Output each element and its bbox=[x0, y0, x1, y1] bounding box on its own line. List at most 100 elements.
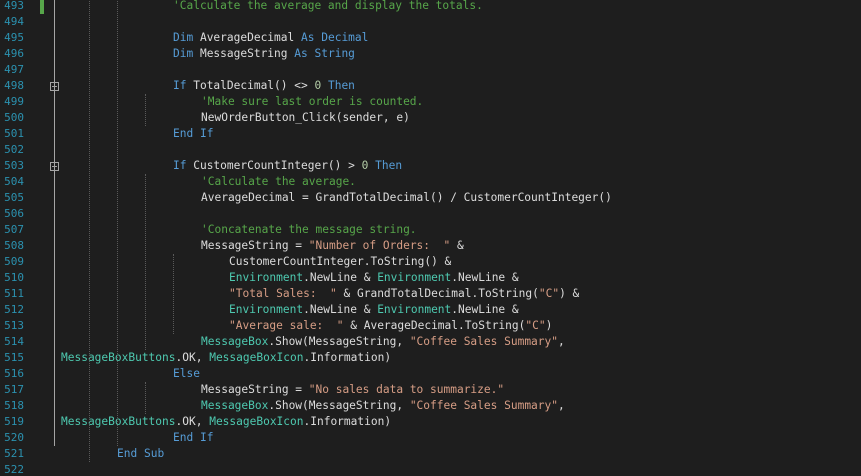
code-token-plain: .Information) bbox=[303, 415, 392, 428]
code-text[interactable]: Else bbox=[173, 366, 200, 382]
code-text[interactable]: 'Make sure last order is counted. bbox=[201, 94, 423, 110]
code-text[interactable]: 'Concatenate the message string. bbox=[201, 222, 417, 238]
code-token-type: MessageBoxButtons bbox=[61, 351, 176, 364]
code-token-string: "Coffee Sales Summary" bbox=[409, 399, 558, 412]
code-text[interactable]: End If bbox=[173, 430, 213, 446]
line-number: 500 bbox=[4, 111, 24, 124]
code-text[interactable]: Environment.NewLine & Environment.NewLin… bbox=[229, 302, 519, 318]
code-line[interactable]: 514 MessageBox.Show(MessageString, "Coffe… bbox=[0, 334, 861, 350]
code-text[interactable]: Dim AverageDecimal As Decimal bbox=[173, 30, 368, 46]
code-line[interactable]: 507 'Concatenate the message string. bbox=[0, 222, 861, 238]
code-text[interactable]: 'Calculate the average and display the t… bbox=[173, 0, 483, 14]
code-token-plain: MessageString = bbox=[201, 239, 309, 252]
code-token-plain: .OK, bbox=[175, 351, 210, 364]
line-number: 511 bbox=[4, 287, 24, 300]
line-number: 521 bbox=[4, 447, 24, 460]
code-line[interactable]: 511 "Total Sales: " & GrandTotalDecimal.T… bbox=[0, 286, 861, 302]
code-token-plain: .NewLine & bbox=[451, 303, 519, 316]
code-line[interactable]: 521 End Sub bbox=[0, 446, 861, 462]
indent-guide bbox=[117, 0, 118, 446]
line-number: 520 bbox=[4, 431, 24, 444]
code-text[interactable]: MessageString = "Number of Orders: " & bbox=[201, 238, 464, 254]
line-number: 519 bbox=[4, 415, 24, 428]
code-token-plain: & GrandTotalDecimal.ToString( bbox=[336, 287, 539, 300]
code-token-plain: .NewLine & bbox=[303, 271, 378, 284]
code-line[interactable]: 510 Environment.NewLine & Environment.New… bbox=[0, 270, 861, 286]
code-token-plain: & bbox=[450, 239, 464, 252]
code-token-type: MessageBoxIcon bbox=[209, 351, 304, 364]
code-line[interactable]: 504 'Calculate the average. bbox=[0, 174, 861, 190]
code-line[interactable]: 508 MessageString = "Number of Orders: " … bbox=[0, 238, 861, 254]
code-line[interactable]: 516 Else bbox=[0, 366, 861, 382]
code-line[interactable]: 494 bbox=[0, 14, 861, 30]
line-number: 506 bbox=[4, 207, 24, 220]
line-number: 517 bbox=[4, 383, 24, 396]
code-line[interactable]: 515 MessageBoxButtons.OK, MessageBoxIcon.… bbox=[0, 350, 861, 366]
code-text[interactable]: CustomerCountInteger.ToString() & bbox=[229, 254, 451, 270]
change-indicator bbox=[40, 0, 44, 14]
line-number: 516 bbox=[4, 367, 24, 380]
code-token-keyword: Dim bbox=[173, 31, 194, 44]
code-text[interactable]: MessageBox.Show(MessageString, "Coffee S… bbox=[201, 334, 565, 350]
code-text[interactable]: Environment.NewLine & Environment.NewLin… bbox=[229, 270, 519, 286]
code-line[interactable]: 517 MessageString = "No sales data to sum… bbox=[0, 382, 861, 398]
line-number: 498 bbox=[4, 79, 24, 92]
code-line[interactable]: 495 Dim AverageDecimal As Decimal bbox=[0, 30, 861, 46]
code-line[interactable]: 522 bbox=[0, 462, 861, 476]
code-line[interactable]: 518 MessageBox.Show(MessageString, "Coffe… bbox=[0, 398, 861, 414]
code-line[interactable]: 503 If CustomerCountInteger() > 0 Then bbox=[0, 158, 861, 174]
code-line[interactable]: 501 End If bbox=[0, 126, 861, 142]
code-line[interactable]: 500 NewOrderButton_Click(sender, e) bbox=[0, 110, 861, 126]
code-text[interactable]: NewOrderButton_Click(sender, e) bbox=[201, 110, 410, 126]
code-token-comment: 'Calculate the average. bbox=[201, 175, 356, 188]
code-token-keyword: If bbox=[199, 431, 214, 444]
code-text[interactable]: 'Calculate the average. bbox=[201, 174, 356, 190]
code-token-keyword: If bbox=[173, 159, 187, 172]
code-token-string: "Coffee Sales Summary" bbox=[409, 335, 558, 348]
code-line[interactable]: 519 MessageBoxButtons.OK, MessageBoxIcon.… bbox=[0, 414, 861, 430]
code-text[interactable]: MessageBox.Show(MessageString, "Coffee S… bbox=[201, 398, 565, 414]
code-token-string: "C" bbox=[538, 287, 560, 300]
code-token-type: MessageBox bbox=[201, 399, 269, 412]
code-text[interactable]: If CustomerCountInteger() > 0 Then bbox=[173, 158, 402, 174]
code-line[interactable]: 497 bbox=[0, 62, 861, 78]
code-text[interactable]: "Total Sales: " & GrandTotalDecimal.ToSt… bbox=[229, 286, 579, 302]
code-text[interactable]: MessageBoxButtons.OK, MessageBoxIcon.Inf… bbox=[61, 414, 391, 430]
code-text[interactable]: If TotalDecimal() <> 0 Then bbox=[173, 78, 355, 94]
code-token-type: Environment bbox=[377, 303, 452, 316]
code-line[interactable]: 506 bbox=[0, 206, 861, 222]
code-token-plain: .NewLine & bbox=[303, 303, 378, 316]
code-line[interactable]: 502 bbox=[0, 142, 861, 158]
code-text[interactable]: MessageBoxButtons.OK, MessageBoxIcon.Inf… bbox=[61, 350, 391, 366]
code-line[interactable]: 496 Dim MessageString As String bbox=[0, 46, 861, 62]
code-token-keyword: Else bbox=[173, 367, 200, 380]
code-line[interactable]: 509 CustomerCountInteger.ToString() & bbox=[0, 254, 861, 270]
line-number: 495 bbox=[4, 31, 24, 44]
code-text[interactable]: MessageString = "No sales data to summar… bbox=[201, 382, 504, 398]
code-text[interactable]: End Sub bbox=[117, 446, 164, 462]
code-token-type: Environment bbox=[229, 303, 304, 316]
code-editor[interactable]: 493 'Calculate the average and display th… bbox=[0, 0, 861, 476]
code-token-plain: , bbox=[558, 399, 565, 412]
code-line[interactable]: 505 AverageDecimal = GrandTotalDecimal() … bbox=[0, 190, 861, 206]
code-text[interactable]: AverageDecimal = GrandTotalDecimal() / C… bbox=[201, 190, 612, 206]
code-line[interactable]: 513 "Average sale: " & AverageDecimal.ToS… bbox=[0, 318, 861, 334]
line-number: 493 bbox=[4, 0, 24, 12]
indent-guide bbox=[145, 94, 146, 126]
code-line[interactable]: 493 'Calculate the average and display th… bbox=[0, 0, 861, 14]
code-line[interactable]: 512 Environment.NewLine & Environment.New… bbox=[0, 302, 861, 318]
code-text[interactable]: Dim MessageString As String bbox=[173, 46, 355, 62]
code-text[interactable]: "Average sale: " & AverageDecimal.ToStri… bbox=[229, 318, 552, 334]
indent-guide bbox=[89, 0, 90, 462]
code-token-type: Environment bbox=[377, 271, 452, 284]
code-token-keyword: Dim bbox=[173, 47, 194, 60]
line-number: 514 bbox=[4, 335, 24, 348]
code-line[interactable]: 498 If TotalDecimal() <> 0 Then bbox=[0, 78, 861, 94]
code-line[interactable]: 520 End If bbox=[0, 430, 861, 446]
code-token-string: "Average sale: " bbox=[229, 319, 344, 332]
line-number: 502 bbox=[4, 143, 24, 156]
code-text[interactable]: End If bbox=[173, 126, 213, 142]
code-line[interactable]: 499 'Make sure last order is counted. bbox=[0, 94, 861, 110]
